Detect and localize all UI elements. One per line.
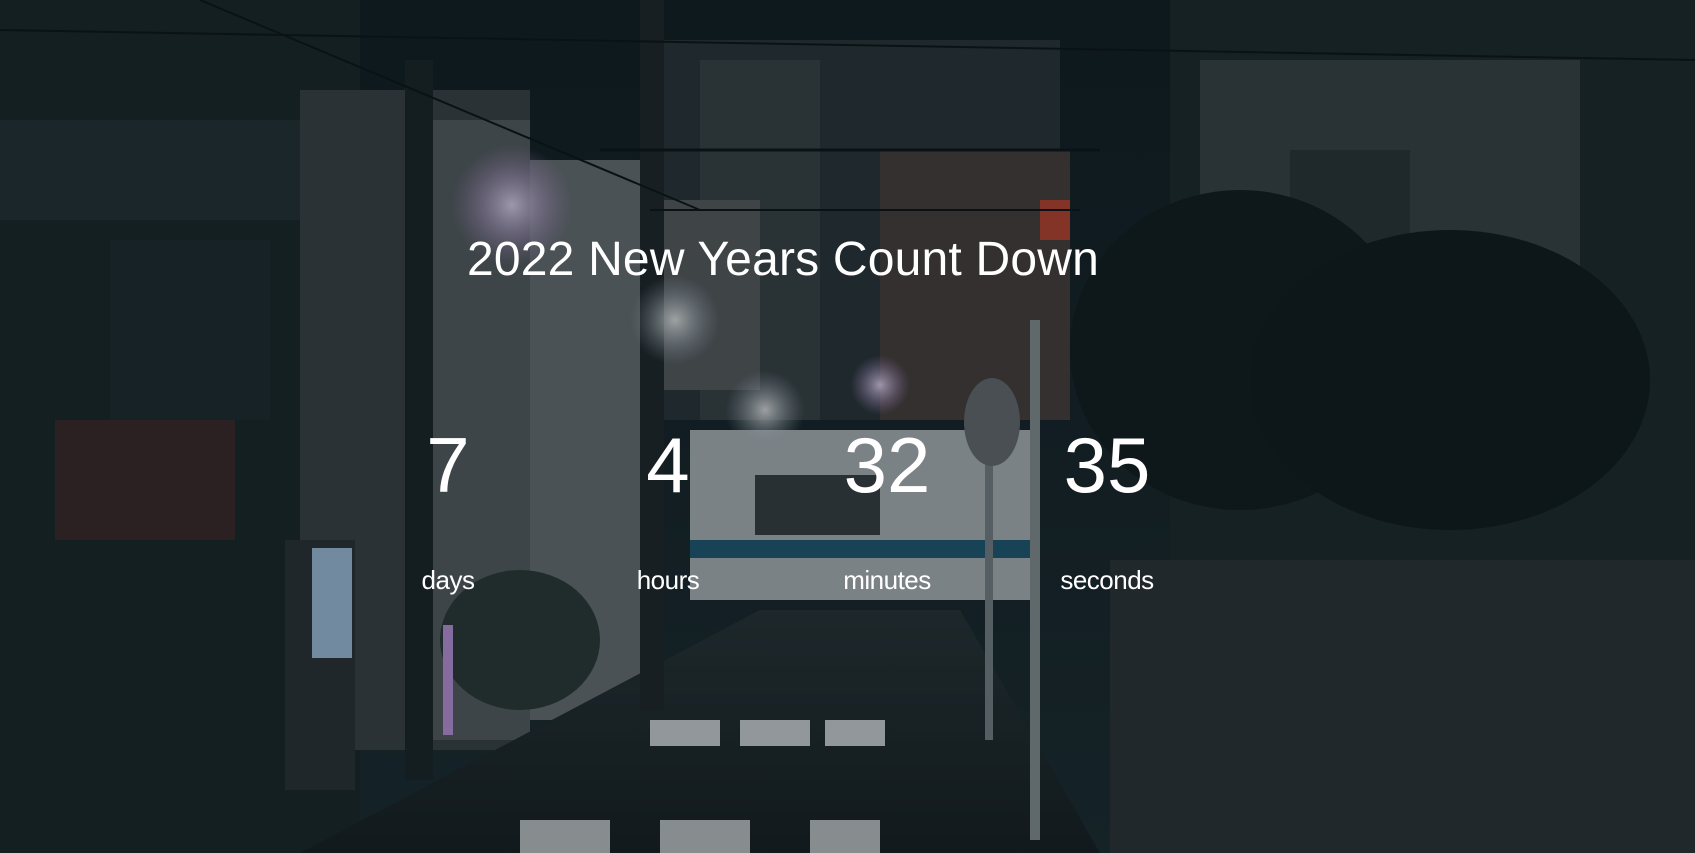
minutes-label: minutes xyxy=(843,565,931,595)
page-title: 2022 New Years Count Down xyxy=(466,233,1100,286)
hours-value: 4 xyxy=(646,421,690,509)
minutes-value: 32 xyxy=(843,421,931,509)
countdown-minutes: 32 minutes xyxy=(797,420,977,595)
hours-label: hours xyxy=(636,565,700,595)
countdown-page: 2022 New Years Count Down 7 days 4 hours… xyxy=(0,0,1695,853)
seconds-label: seconds xyxy=(1060,565,1154,595)
countdown-timer: 7 days 4 hours 32 minutes 35 seconds xyxy=(0,420,1695,620)
seconds-value: 35 xyxy=(1063,421,1151,509)
days-value: 7 xyxy=(426,421,470,509)
days-label: days xyxy=(421,565,475,595)
countdown-seconds: 35 seconds xyxy=(1017,420,1197,595)
countdown-days: 7 days xyxy=(358,420,538,595)
countdown-hours: 4 hours xyxy=(578,420,758,595)
